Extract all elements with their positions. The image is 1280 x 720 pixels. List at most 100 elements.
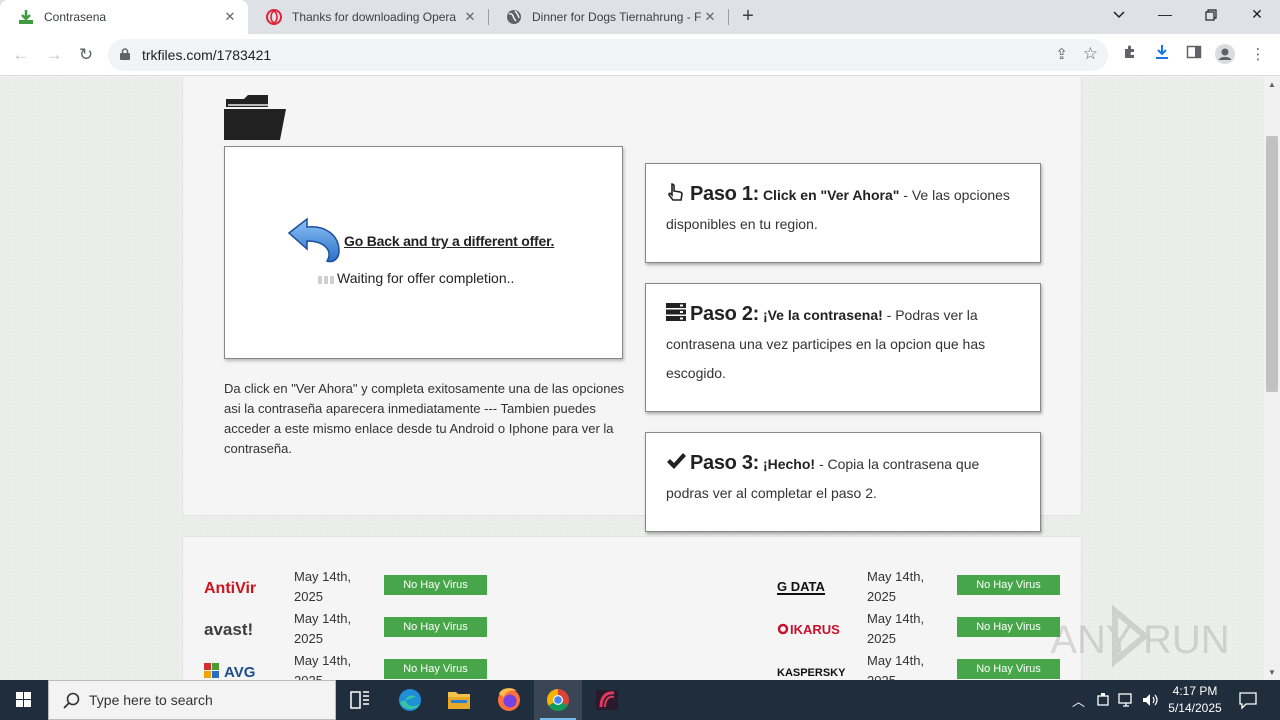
hand-pointer-icon [668, 183, 683, 201]
avg-logo: AVG [204, 663, 255, 680]
extensions-icon[interactable] [1119, 44, 1141, 66]
av-row-antivir: AntiVir May 14th, 2025 No Hay Virus [204, 569, 504, 609]
avg-logo-text: AVG [224, 664, 255, 680]
av-row-kaspersky: KASPERSKY May 14th, 2025 No Hay Virus [777, 653, 1077, 680]
windows-taskbar: Type here to search ︿ 4:17 PM 5/14/2025 [0, 680, 1280, 720]
minimize-button[interactable]: — [1142, 0, 1188, 30]
step-2-heading: ¡Ve la contrasena! [762, 307, 883, 323]
taskbar-firefox[interactable] [485, 680, 533, 720]
windows-logo-icon [16, 692, 31, 707]
status-badge: No Hay Virus [957, 575, 1060, 595]
scroll-down-arrow-icon[interactable]: ▼ [1268, 668, 1276, 677]
scan-date: May 14th, 2025 [294, 569, 352, 604]
close-icon[interactable]: ✕ [462, 9, 478, 25]
ikarus-logo-text: IKARUS [790, 622, 840, 637]
new-tab-button[interactable]: + [737, 5, 759, 27]
tab-title: Dinner for Dogs Tiernahrung - Fr [532, 10, 702, 24]
av-row-gdata: G DATA May 14th, 2025 No Hay Virus [777, 569, 1077, 609]
step-1-number: Paso 1: [690, 183, 760, 205]
volume-icon[interactable] [1142, 692, 1160, 708]
download-icon [18, 9, 34, 25]
kaspersky-logo: KASPERSKY [777, 667, 846, 679]
forward-icon[interactable]: → [42, 43, 66, 67]
scroll-thumb[interactable] [1266, 136, 1278, 392]
tab-strip: Contrasena ✕ Thanks for downloading Oper… [0, 0, 1280, 34]
scan-date: May 14th, 2025 [867, 653, 925, 680]
gdata-logo: G DATA [777, 579, 826, 595]
task-view-icon [350, 691, 369, 709]
search-placeholder: Type here to search [89, 692, 213, 708]
tab-title: Contrasena [44, 10, 107, 24]
av-row-ikarus: IKARUS May 14th, 2025 No Hay Virus [777, 611, 1077, 651]
avast-logo: avast! [204, 620, 253, 639]
scan-date: May 14th, 2025 [867, 611, 925, 646]
avast-logo-text: avast! [204, 620, 253, 639]
side-panel-icon[interactable] [1183, 44, 1205, 66]
go-back-link[interactable]: Go Back and try a different offer. [344, 233, 554, 249]
go-back-arrow-icon[interactable] [285, 215, 343, 265]
chrome-icon [547, 689, 569, 711]
network-icon[interactable] [1118, 692, 1136, 708]
profile-avatar-icon[interactable] [1214, 44, 1236, 66]
downloads-icon[interactable] [1151, 44, 1173, 66]
taskbar-edge[interactable] [386, 680, 434, 720]
usb-device-icon[interactable] [1096, 692, 1110, 708]
offer-box: Go Back and try a different offer. Waiti… [224, 146, 623, 359]
task-view-button[interactable] [336, 680, 384, 720]
taskbar-app[interactable] [583, 680, 631, 720]
menu-kebab-icon[interactable]: ⋮ [1247, 44, 1269, 66]
edge-icon [399, 689, 421, 711]
checkmark-icon [667, 453, 686, 469]
step-1-card: Paso 1: Click en "Ver Ahora" - Ve las op… [645, 163, 1041, 263]
av-row-avg: AVG May 14th, 2025 No Hay Virus [204, 653, 504, 680]
notifications-icon[interactable] [1238, 690, 1258, 710]
tab-title: Thanks for downloading Opera [292, 10, 457, 24]
clock-time: 4:17 PM [1172, 684, 1218, 698]
step-1-heading: Click en "Ver Ahora" [762, 187, 900, 203]
tab-search-icon[interactable] [1096, 0, 1142, 30]
show-hidden-icons-icon[interactable]: ︿ [1072, 691, 1085, 710]
bookmark-star-icon[interactable]: ☆ [1083, 44, 1098, 64]
loading-indicator-icon [318, 276, 334, 284]
url-text[interactable]: trkfiles.com/1783421 [142, 47, 271, 63]
step-3-heading: ¡Hecho! [762, 456, 816, 472]
scroll-up-arrow-icon[interactable]: ▲ [1268, 80, 1276, 89]
scan-date: May 14th, 2025 [867, 569, 925, 604]
taskbar-chrome[interactable] [534, 680, 582, 720]
lock-icon[interactable] [120, 48, 130, 60]
status-badge: No Hay Virus [384, 617, 487, 637]
close-icon[interactable]: ✕ [702, 9, 718, 25]
share-icon[interactable]: ⇪ [1055, 45, 1068, 63]
anyrun-watermark: ANY RUN [1050, 605, 1230, 667]
close-window-button[interactable]: ✕ [1234, 0, 1280, 30]
tab-dinner-for-dogs[interactable]: Dinner for Dogs Tiernahrung - Fr ✕ [488, 0, 728, 34]
tab-contrasena[interactable]: Contrasena ✕ [0, 0, 248, 34]
watermark-text: ANY RUN [1050, 618, 1229, 662]
step-3-card: Paso 3: ¡Hecho! - Copia la contrasena qu… [645, 432, 1041, 532]
av-row-avast: avast! May 14th, 2025 No Hay Virus [204, 611, 504, 651]
address-bar[interactable]: trkfiles.com/1783421 ⇪ ☆ [108, 39, 1108, 71]
tab-opera[interactable]: Thanks for downloading Opera ✕ [248, 0, 488, 34]
gdata-logo-text: G DATA [777, 579, 826, 594]
back-icon[interactable]: ← [9, 43, 33, 67]
page-scrollbar[interactable]: ▲ ▼ [1264, 77, 1280, 680]
windows-start-button[interactable] [0, 680, 48, 720]
antivir-logo: AntiVir [204, 580, 256, 597]
instructions-text: Da click en "Ver Ahora" y completa exito… [224, 381, 625, 456]
reload-icon[interactable]: ↻ [74, 43, 98, 67]
search-icon [63, 692, 80, 709]
step-3-number: Paso 3: [690, 452, 760, 474]
close-icon[interactable]: ✕ [222, 9, 238, 25]
main-panel: Go Back and try a different offer. Waiti… [182, 77, 1082, 532]
antivir-logo-text: AntiVir [204, 580, 256, 597]
taskbar-clock[interactable]: 4:17 PM 5/14/2025 [1160, 683, 1230, 717]
status-badge: No Hay Virus [384, 575, 487, 595]
page-viewport: Go Back and try a different offer. Waiti… [0, 77, 1264, 680]
opera-icon [266, 9, 282, 25]
antivirus-panel: AntiVir May 14th, 2025 No Hay Virus avas… [182, 536, 1082, 680]
taskbar-file-explorer[interactable] [435, 680, 483, 720]
restore-button[interactable] [1188, 0, 1234, 30]
taskbar-search-box[interactable]: Type here to search [48, 680, 336, 720]
browser-toolbar: ← → ↻ trkfiles.com/1783421 ⇪ ☆ ⋮ [0, 34, 1280, 76]
folder-icon [224, 93, 288, 141]
